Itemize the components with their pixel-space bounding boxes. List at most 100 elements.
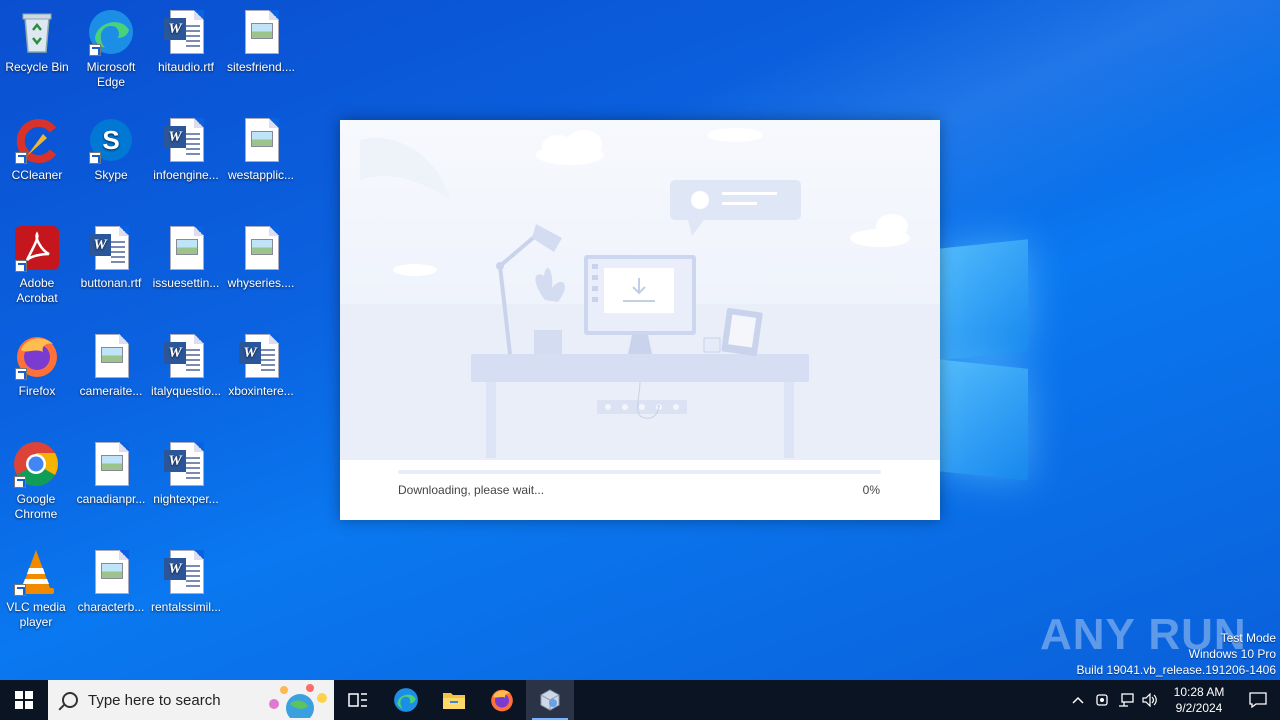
desktop-icon-label: whyseries....: [227, 276, 295, 290]
desktop-icon-characterb[interactable]: characterb...: [73, 548, 149, 615]
taskbar-search-box[interactable]: Type here to search: [48, 680, 334, 720]
svg-text:S: S: [102, 125, 119, 155]
desktop-icon-label: nightexper...: [153, 492, 219, 506]
taskbar: Type here to search 10:28 AM 9/2/2024: [0, 680, 1280, 720]
search-placeholder: Type here to search: [88, 691, 221, 709]
download-progress-bar: [398, 470, 881, 474]
word-doc-icon: W: [162, 548, 210, 596]
desktop-icon-label: Firefox: [18, 384, 56, 398]
desktop-icon-cameraite[interactable]: cameraite...: [73, 332, 149, 399]
desktop-icon-ccleaner[interactable]: CCleaner: [0, 116, 75, 183]
desktop-icon-italyquestio[interactable]: W italyquestio...: [148, 332, 224, 399]
desktop-icon-label: infoengine...: [153, 168, 219, 182]
network-button[interactable]: [1114, 680, 1138, 720]
tray-device-button[interactable]: [1090, 680, 1114, 720]
desktop-icon-label: CCleaner: [11, 168, 63, 182]
desktop-icon-label: rentalssimil...: [150, 600, 221, 614]
desktop-icon-label: characterb...: [77, 600, 145, 614]
word-doc-icon: W: [87, 224, 135, 272]
action-center-button[interactable]: [1236, 680, 1280, 720]
image-doc-icon: [237, 116, 285, 164]
desktop-icon-canadianpr[interactable]: canadianpr...: [73, 440, 149, 507]
desktop-icon-microsoft-edge[interactable]: Microsoft Edge: [73, 8, 149, 90]
desktop-icon-whyseries[interactable]: whyseries....: [223, 224, 299, 291]
desktop-icon-label: buttonan.rtf: [80, 276, 142, 290]
acrobat-icon: [13, 224, 61, 272]
windows-start-icon: [15, 691, 33, 709]
word-doc-icon: W: [162, 440, 210, 488]
word-doc-icon: W: [162, 116, 210, 164]
clock-date: 9/2/2024: [1175, 701, 1223, 715]
vlc-icon: [12, 548, 60, 596]
taskbar-edge-button[interactable]: [382, 680, 430, 720]
windows-edition-line: Windows 10 Pro: [1188, 647, 1276, 661]
image-doc-icon: [237, 224, 285, 272]
desktop-icon-adobe-acrobat[interactable]: Adobe Acrobat: [0, 224, 75, 306]
desktop-icon-sitesfriend[interactable]: sitesfriend....: [223, 8, 299, 75]
desktop-icon-label: italyquestio...: [150, 384, 222, 398]
desktop-icon-infoengine[interactable]: W infoengine...: [148, 116, 224, 183]
taskbar-file-explorer-button[interactable]: [430, 680, 478, 720]
desktop-icon-label: Microsoft Edge: [86, 60, 136, 89]
word-doc-icon: W: [237, 332, 285, 380]
installer-window[interactable]: Downloading, please wait... 0%: [340, 120, 940, 520]
firefox-icon: [491, 689, 513, 712]
desktop-icon-label: hitaudio.rtf: [157, 60, 215, 74]
desktop-icon-label: cameraite...: [79, 384, 143, 398]
task-view-button[interactable]: [334, 680, 382, 720]
build-line: Build 19041.vb_release.191206-1406: [1076, 663, 1277, 677]
firefox-icon: [13, 332, 61, 380]
clock-time: 10:28 AM: [1173, 685, 1225, 699]
ccleaner-icon: [13, 116, 61, 164]
word-doc-icon: W: [162, 332, 210, 380]
download-percent: 0%: [862, 483, 880, 497]
desktop-icon-westapplic[interactable]: westapplic...: [223, 116, 299, 183]
desktop-icon-label: sitesfriend....: [226, 60, 296, 74]
desktop-icon-buttonan[interactable]: W buttonan.rtf: [73, 224, 149, 291]
desktop-icon-skype[interactable]: S Skype: [73, 116, 149, 183]
desktop-icon-google-chrome[interactable]: Google Chrome: [0, 440, 74, 522]
image-doc-icon: [237, 8, 285, 56]
file-explorer-icon: [443, 693, 465, 709]
desktop-icon-firefox[interactable]: Firefox: [0, 332, 75, 399]
edge-icon: [394, 688, 418, 712]
desktop-icon-vlc[interactable]: VLC media player: [0, 548, 74, 630]
word-doc-icon: W: [162, 8, 210, 56]
search-icon: [62, 692, 78, 708]
desktop-icon-label: westapplic...: [227, 168, 295, 182]
device-icon: [1096, 694, 1108, 706]
search-highlight-icon: [269, 684, 327, 718]
network-icon: [1119, 693, 1134, 707]
desktop-icon-xboxintere[interactable]: W xboxintere...: [223, 332, 299, 399]
chevron-up-icon: [1072, 696, 1084, 704]
image-doc-icon: [162, 224, 210, 272]
volume-button[interactable]: [1138, 680, 1162, 720]
taskbar-clock[interactable]: 10:28 AM 9/2/2024: [1162, 684, 1236, 716]
desktop-icon-label: issuesettin...: [152, 276, 220, 290]
desktop-icon-label: canadianpr...: [76, 492, 146, 506]
download-illustration: [340, 120, 940, 460]
show-hidden-icons-button[interactable]: [1066, 680, 1090, 720]
test-mode-line: Test Mode: [1220, 631, 1276, 645]
desktop-icon-label: Adobe Acrobat: [16, 276, 58, 305]
image-doc-icon: [87, 548, 135, 596]
desktop-icon-label: Recycle Bin: [5, 60, 69, 74]
desktop-icon-rentalssimil[interactable]: W rentalssimil...: [148, 548, 224, 615]
desktop-icon-label: xboxintere...: [228, 384, 294, 398]
desktop-icon-label: Skype: [94, 168, 128, 182]
speaker-icon: [1142, 693, 1157, 707]
installer-app-icon: [540, 689, 560, 711]
edge-icon: [87, 8, 135, 56]
start-button[interactable]: [0, 680, 48, 720]
chrome-icon: [12, 440, 60, 488]
desktop-icon-issuesettin[interactable]: issuesettin...: [148, 224, 224, 291]
desktop-icon-label: VLC media player: [6, 600, 66, 629]
desktop-icon-nightexper[interactable]: W nightexper...: [148, 440, 224, 507]
taskbar-installer-button[interactable]: [526, 680, 574, 720]
skype-icon: S: [87, 116, 135, 164]
taskbar-firefox-button[interactable]: [478, 680, 526, 720]
desktop-icon-recycle-bin[interactable]: Recycle Bin: [0, 8, 75, 75]
test-mode-watermark: Test Mode Windows 10 Pro Build 19041.vb_…: [1077, 630, 1277, 678]
desktop-icon-hitaudio[interactable]: W hitaudio.rtf: [148, 8, 224, 75]
system-tray: 10:28 AM 9/2/2024: [1066, 680, 1280, 720]
